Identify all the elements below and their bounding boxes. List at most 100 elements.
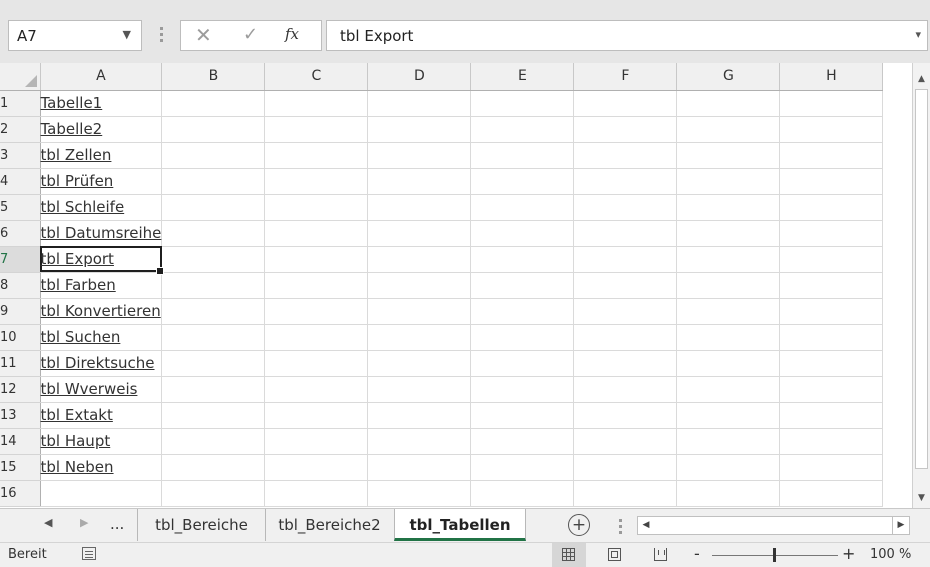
cell-h15[interactable] bbox=[779, 454, 884, 481]
zoom-out-button[interactable]: - bbox=[694, 544, 700, 563]
column-header-h[interactable]: H bbox=[779, 63, 884, 91]
hyperlink[interactable]: tbl Suchen bbox=[41, 328, 121, 346]
hyperlink[interactable]: tbl Farben bbox=[41, 276, 116, 294]
cell-g6[interactable] bbox=[676, 220, 781, 247]
cell-b4[interactable] bbox=[161, 168, 266, 195]
cell-h11[interactable] bbox=[779, 350, 884, 377]
cell-g11[interactable] bbox=[676, 350, 781, 377]
cell-c11[interactable] bbox=[264, 350, 369, 377]
cell-d6[interactable] bbox=[367, 220, 472, 247]
cell-f11[interactable] bbox=[573, 350, 678, 377]
cell-h9[interactable] bbox=[779, 298, 884, 325]
cell-b5[interactable] bbox=[161, 194, 266, 221]
cell-d14[interactable] bbox=[367, 428, 472, 455]
hyperlink[interactable]: tbl Extakt bbox=[41, 406, 113, 424]
view-normal-button[interactable] bbox=[552, 543, 586, 567]
scroll-left-icon[interactable]: ◀ bbox=[638, 517, 655, 534]
cell-c14[interactable] bbox=[264, 428, 369, 455]
cell-e12[interactable] bbox=[470, 376, 575, 403]
cell-g5[interactable] bbox=[676, 194, 781, 221]
cell-e15[interactable] bbox=[470, 454, 575, 481]
cell-f6[interactable] bbox=[573, 220, 678, 247]
row-header[interactable]: 9 bbox=[0, 298, 41, 325]
cell-g16[interactable] bbox=[676, 480, 781, 507]
cell-a8[interactable]: tbl Farben bbox=[40, 272, 163, 299]
cell-b12[interactable] bbox=[161, 376, 266, 403]
cell-c13[interactable] bbox=[264, 402, 369, 429]
cell-g12[interactable] bbox=[676, 376, 781, 403]
scroll-up-icon[interactable]: ▲ bbox=[913, 71, 930, 87]
horizontal-scroll-thumb[interactable] bbox=[654, 517, 872, 534]
cell-d13[interactable] bbox=[367, 402, 472, 429]
cell-f5[interactable] bbox=[573, 194, 678, 221]
cell-e8[interactable] bbox=[470, 272, 575, 299]
cell-d11[interactable] bbox=[367, 350, 472, 377]
cell-h1[interactable] bbox=[779, 90, 884, 117]
cell-h3[interactable] bbox=[779, 142, 884, 169]
cell-e11[interactable] bbox=[470, 350, 575, 377]
cell-g13[interactable] bbox=[676, 402, 781, 429]
row-header[interactable]: 2 bbox=[0, 116, 41, 143]
cell-b11[interactable] bbox=[161, 350, 266, 377]
cell-f2[interactable] bbox=[573, 116, 678, 143]
cell-e4[interactable] bbox=[470, 168, 575, 195]
cell-f16[interactable] bbox=[573, 480, 678, 507]
cell-h16[interactable] bbox=[779, 480, 884, 507]
cell-g15[interactable] bbox=[676, 454, 781, 481]
cell-a13[interactable]: tbl Extakt bbox=[40, 402, 163, 429]
column-header-f[interactable]: F bbox=[573, 63, 678, 91]
zoom-level[interactable]: 100 % bbox=[870, 547, 911, 562]
cell-e1[interactable] bbox=[470, 90, 575, 117]
cell-h12[interactable] bbox=[779, 376, 884, 403]
cell-d4[interactable] bbox=[367, 168, 472, 195]
zoom-slider-thumb[interactable] bbox=[773, 548, 776, 562]
cell-g10[interactable] bbox=[676, 324, 781, 351]
fill-handle[interactable] bbox=[156, 266, 165, 275]
row-header[interactable]: 1 bbox=[0, 90, 41, 117]
cell-h13[interactable] bbox=[779, 402, 884, 429]
cell-f10[interactable] bbox=[573, 324, 678, 351]
cell-c16[interactable] bbox=[264, 480, 369, 507]
cell-g7[interactable] bbox=[676, 246, 781, 273]
cell-b8[interactable] bbox=[161, 272, 266, 299]
cell-e7[interactable] bbox=[470, 246, 575, 273]
vertical-scroll-thumb[interactable] bbox=[915, 89, 928, 469]
cell-d12[interactable] bbox=[367, 376, 472, 403]
grip-dots-icon[interactable] bbox=[619, 519, 622, 537]
cell-h7[interactable] bbox=[779, 246, 884, 273]
cell-b14[interactable] bbox=[161, 428, 266, 455]
hyperlink[interactable]: tbl Konvertieren bbox=[41, 302, 161, 320]
row-header[interactable]: 10 bbox=[0, 324, 41, 351]
row-header[interactable]: 14 bbox=[0, 428, 41, 455]
horizontal-scrollbar[interactable]: ◀ ▶ bbox=[637, 516, 910, 535]
tab-next-icon[interactable]: ▶ bbox=[80, 516, 88, 529]
cell-e13[interactable] bbox=[470, 402, 575, 429]
name-box[interactable]: A7 ▼ bbox=[8, 20, 142, 51]
scroll-right-icon[interactable]: ▶ bbox=[892, 517, 909, 534]
select-all-corner[interactable] bbox=[0, 63, 41, 91]
cell-d10[interactable] bbox=[367, 324, 472, 351]
cell-b16[interactable] bbox=[161, 480, 266, 507]
cell-f14[interactable] bbox=[573, 428, 678, 455]
formula-input[interactable]: tbl Export ▾ bbox=[326, 20, 928, 51]
cell-b15[interactable] bbox=[161, 454, 266, 481]
enter-check-icon[interactable]: ✓ bbox=[243, 24, 258, 45]
cell-c7[interactable] bbox=[264, 246, 369, 273]
cell-d8[interactable] bbox=[367, 272, 472, 299]
column-header-c[interactable]: C bbox=[264, 63, 369, 91]
chevron-down-icon[interactable]: ▼ bbox=[123, 28, 131, 41]
cell-c3[interactable] bbox=[264, 142, 369, 169]
column-header-b[interactable]: B bbox=[161, 63, 266, 91]
hyperlink[interactable]: tbl Zellen bbox=[41, 146, 112, 164]
hyperlink[interactable]: tbl Datumsreihe bbox=[41, 224, 162, 242]
view-page-break-button[interactable] bbox=[644, 543, 678, 567]
expand-formula-icon[interactable]: ▾ bbox=[915, 28, 921, 41]
cell-c15[interactable] bbox=[264, 454, 369, 481]
cell-f1[interactable] bbox=[573, 90, 678, 117]
cell-c8[interactable] bbox=[264, 272, 369, 299]
cell-e3[interactable] bbox=[470, 142, 575, 169]
cell-c5[interactable] bbox=[264, 194, 369, 221]
cell-c6[interactable] bbox=[264, 220, 369, 247]
cell-e14[interactable] bbox=[470, 428, 575, 455]
hyperlink[interactable]: tbl Direktsuche bbox=[41, 354, 155, 372]
